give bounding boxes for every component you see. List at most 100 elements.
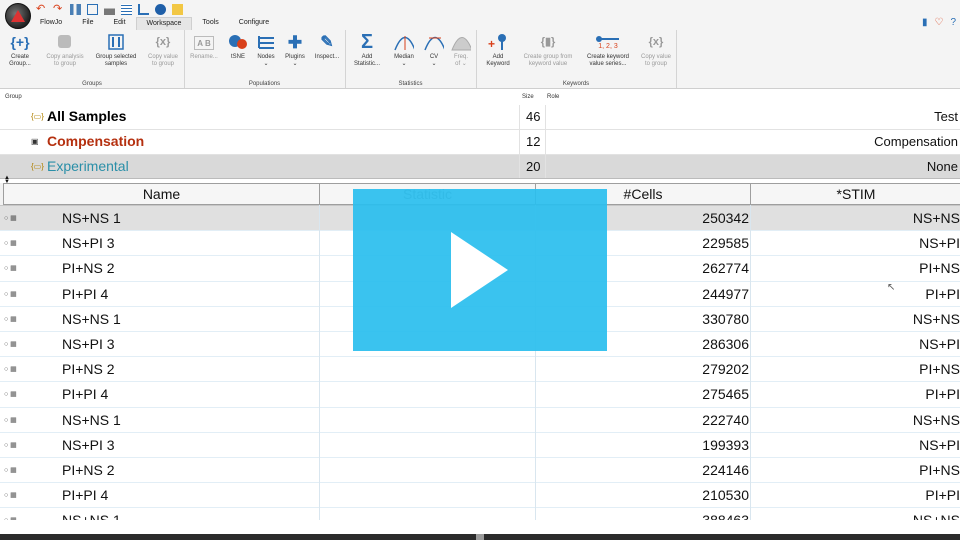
add-statistic-label-2: Statistic... — [353, 61, 380, 67]
inspect-button[interactable]: ✎ Inspect... — [311, 32, 343, 61]
plugins-chevron: ⌄ — [292, 61, 298, 67]
notes-icon[interactable] — [172, 3, 183, 15]
flowjo-logo-icon[interactable] — [5, 3, 31, 29]
scrollbar-strip[interactable] — [0, 534, 960, 540]
stim-value: NS+NS — [912, 310, 960, 327]
cv-button[interactable]: CV ⌄ — [423, 32, 445, 68]
sample-name: PI+PI 4 — [62, 285, 109, 302]
stim-value: NS+NS — [912, 411, 960, 428]
menu-bar: FlowJo File Edit Workspace Tools Configu… — [30, 17, 279, 30]
row-select-icon[interactable]: ○ ▦ — [4, 239, 17, 247]
sample-name: NS+NS 1 — [62, 310, 121, 327]
menu-flowjo[interactable]: FlowJo — [30, 17, 72, 30]
sample-name: NS+PI 3 — [62, 436, 115, 453]
create-group-from-keyword-button[interactable]: {▮} Create group from keyword value — [518, 32, 578, 68]
layout-editor-icon[interactable] — [70, 3, 81, 15]
group-row[interactable]: ▣ Compensation 12 Compensation — [0, 130, 960, 155]
nodes-button[interactable]: Nodes ⌄ — [253, 32, 279, 68]
series-icon-text: 1, 2, 3 — [598, 42, 618, 50]
table-row[interactable]: ○ ▦ PI+PI 4 275465 PI+PI — [0, 382, 960, 408]
stim-value: PI+PI — [925, 386, 960, 403]
median-button[interactable]: Median ⌄ — [391, 32, 417, 68]
row-select-icon[interactable]: ○ ▦ — [4, 340, 17, 348]
scroll-thumb[interactable] — [476, 534, 484, 540]
group-name: Experimental — [47, 158, 129, 174]
add-keyword-button[interactable]: + Add Keyword — [480, 32, 516, 68]
row-select-icon[interactable]: ○ ▦ — [4, 365, 17, 373]
menu-configure[interactable]: Configure — [229, 17, 279, 30]
histogram-icon[interactable] — [104, 3, 115, 15]
stim-value: NS+NS — [912, 210, 960, 226]
tsne-button[interactable]: tSNE — [224, 32, 252, 61]
top-right-icons: ▮ ♡ ? — [922, 17, 956, 28]
help-icon[interactable]: ? — [950, 17, 956, 28]
copy-keyword-value-button[interactable]: {x} Copy value to group — [636, 32, 676, 68]
row-select-icon[interactable]: ○ ▦ — [4, 214, 17, 222]
row-select-icon[interactable]: ○ ▦ — [4, 390, 17, 398]
row-select-icon[interactable]: ○ ▦ — [4, 315, 17, 323]
stim-column-header[interactable]: *STIM — [750, 183, 960, 205]
menu-tools[interactable]: Tools — [192, 17, 228, 30]
group-icon: {▭} — [31, 162, 44, 171]
row-select-icon[interactable]: ○ ▦ — [4, 416, 17, 424]
keyword-series-label: Create keyword — [586, 54, 630, 60]
table-row[interactable]: ○ ▦ PI+NS 2 279202 PI+NS — [0, 357, 960, 383]
redo-icon[interactable]: ↷ — [53, 3, 64, 15]
row-select-icon[interactable]: ○ ▦ — [4, 290, 17, 298]
nodes-chevron: ⌄ — [263, 61, 269, 67]
rename-label: Rename... — [190, 54, 218, 60]
table-row[interactable]: ○ ▦ NS+PI 3 199393 NS+PI — [0, 433, 960, 458]
add-statistic-label: Add — [361, 54, 373, 60]
play-icon[interactable] — [451, 232, 508, 308]
cell-count: 275465 — [702, 386, 749, 403]
group-selected-icon — [106, 32, 126, 52]
cell-count: 222740 — [702, 411, 749, 428]
group-selected-label-2: samples — [104, 61, 128, 67]
row-select-icon[interactable]: ○ ▦ — [4, 441, 17, 449]
group-role: Compensation — [874, 134, 958, 149]
group-column-header[interactable]: Group — [5, 94, 22, 100]
plugins-button[interactable]: ✚ Plugins ⌄ — [282, 32, 308, 68]
table-editor-icon[interactable] — [121, 3, 132, 15]
svg-text:+: + — [488, 37, 495, 51]
size-column-header[interactable]: Size — [522, 94, 534, 100]
add-statistic-button[interactable]: Σ Add Statistic... — [351, 32, 383, 68]
table-row[interactable]: ○ ▦ PI+NS 2 224146 PI+NS — [0, 458, 960, 484]
menu-edit[interactable]: Edit — [103, 17, 135, 30]
tsne-label: tSNE — [230, 54, 245, 60]
row-select-icon[interactable]: ○ ▦ — [4, 466, 17, 474]
rename-button[interactable]: A B Rename... — [188, 32, 220, 61]
undo-icon[interactable]: ↶ — [36, 3, 47, 15]
row-select-icon[interactable]: ○ ▦ — [4, 264, 17, 272]
copy-analysis-label-2: to group — [53, 61, 77, 67]
group-row[interactable]: {▭} Experimental 20 None — [0, 155, 960, 180]
create-group-button[interactable]: {+} Create Group... — [4, 32, 36, 68]
add-gate-icon[interactable] — [87, 3, 98, 15]
group-row[interactable]: {▭} All Samples 46 Test — [0, 105, 960, 130]
group-selected-samples-button[interactable]: Group selected samples — [91, 32, 141, 68]
table-row[interactable]: ○ ▦ NS+NS 1 222740 NS+NS — [0, 408, 960, 433]
row-select-icon[interactable]: ○ ▦ — [4, 491, 17, 499]
copy-value-to-group-button[interactable]: {x} Copy value to group — [143, 32, 183, 68]
group-from-keyword-icon: {▮} — [540, 35, 556, 48]
sample-name: NS+PI 3 — [62, 335, 115, 352]
name-column-header[interactable]: Name — [3, 183, 320, 205]
sample-name: PI+NS 2 — [62, 361, 115, 378]
role-column-header[interactable]: Role — [547, 94, 559, 100]
table-row[interactable]: ○ ▦ PI+PI 4 210530 PI+PI — [0, 483, 960, 509]
freq-of-button[interactable]: Freq. of ⌄ — [449, 32, 473, 68]
sample-name: NS+PI 3 — [62, 235, 115, 252]
chart-icon[interactable] — [138, 3, 149, 15]
sample-name: PI+NS 2 — [62, 260, 115, 277]
stim-value: PI+NS — [919, 260, 960, 277]
title-bar: ↶ ↷ FlowJo File Edit Workspace Tools Con… — [0, 0, 960, 30]
create-keyword-series-button[interactable]: 1, 2, 3 Create keyword value series... — [580, 32, 636, 68]
group-selected-label: Group selected — [95, 54, 137, 60]
menu-workspace[interactable]: Workspace — [135, 17, 193, 30]
menu-file[interactable]: File — [72, 17, 103, 30]
inspect-icon: ✎ — [320, 33, 334, 51]
copy-analysis-button[interactable]: Copy analysis to group — [40, 32, 90, 68]
bookmark-icon[interactable]: ▮ — [922, 17, 928, 28]
heart-icon[interactable]: ♡ — [934, 17, 943, 28]
globe-icon[interactable] — [155, 3, 166, 15]
